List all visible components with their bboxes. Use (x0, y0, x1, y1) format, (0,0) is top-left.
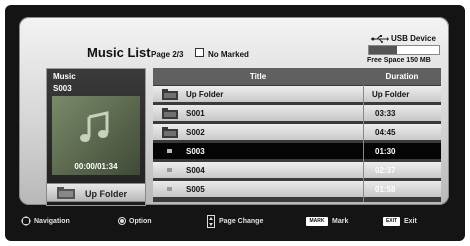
music-file-icon (167, 168, 172, 172)
footer-page-change: Page Change (219, 218, 264, 225)
list-item-duration: 03:33 (375, 109, 396, 118)
list-item[interactable]: S005 01:58 (153, 181, 441, 197)
playback-time: 00:00/01:34 (74, 162, 118, 171)
list-item-duration: 01:58 (375, 185, 396, 194)
free-space-bar (368, 45, 440, 55)
up-folder-button[interactable]: Up Folder (46, 183, 146, 202)
list-item[interactable]: S002 04:45 (153, 124, 441, 140)
list-item-title: S005 (186, 185, 205, 194)
music-note-icon (80, 111, 109, 142)
list-item[interactable]: S004 02:37 (153, 162, 441, 178)
footer-bar: Navigation Option Page Change MARK Mark … (5, 210, 465, 236)
free-space-label: Free Space 150 MB (367, 57, 431, 64)
folder-icon (162, 89, 178, 100)
list-item-title: S004 (186, 166, 205, 175)
list-header: Title Duration (153, 68, 441, 85)
up-folder-label: Up Folder (85, 189, 127, 199)
folder-icon (162, 127, 178, 138)
footer-option: Option (129, 218, 152, 225)
list-item-duration: Up Folder (372, 90, 410, 99)
list-item-duration: 01:30 (375, 147, 396, 156)
option-icon (118, 217, 126, 225)
screen: Music List Page 2/3 No Marked USB Device… (5, 5, 465, 241)
page-title: Music List (87, 45, 151, 60)
footer-mark: Mark (332, 218, 349, 225)
mark-key[interactable]: MARK (306, 217, 328, 226)
column-header-duration: Duration (385, 72, 419, 81)
list-item[interactable]: S003 01:30 (153, 143, 441, 159)
exit-key[interactable]: EXIT (383, 217, 400, 226)
free-space-fill (369, 46, 397, 54)
column-divider (363, 85, 364, 202)
list-item-duration: 04:45 (375, 128, 396, 137)
navigation-icon (21, 216, 31, 226)
list-item-title: S001 (186, 109, 205, 118)
marked-status: No Marked (208, 50, 249, 59)
file-list: Title Duration Up Folder Up Folder S001 03:… (153, 68, 441, 202)
folder-icon (162, 108, 178, 119)
list-item[interactable]: S001 03:33 (153, 105, 441, 121)
usb-device-label: USB Device (391, 34, 436, 43)
preview-filename: S003 (53, 84, 72, 93)
page-indicator: Page 2/3 (151, 50, 184, 59)
list-item-duration: 02:37 (375, 166, 396, 175)
usb-icon (371, 35, 389, 43)
check-box-icon[interactable] (195, 48, 204, 57)
preview-heading: Music (53, 72, 76, 81)
music-file-icon (167, 187, 172, 191)
list-item-title: S002 (186, 128, 205, 137)
footer-exit: Exit (404, 218, 417, 225)
column-header-title: Title (249, 72, 267, 81)
folder-icon (57, 187, 75, 199)
page-change-icon (207, 215, 215, 228)
music-file-icon (167, 149, 172, 153)
list-item-title: Up Folder (186, 90, 224, 99)
footer-navigation: Navigation (34, 218, 70, 225)
list-item[interactable]: Up Folder Up Folder (153, 86, 441, 102)
list-item-title: S003 (186, 147, 205, 156)
